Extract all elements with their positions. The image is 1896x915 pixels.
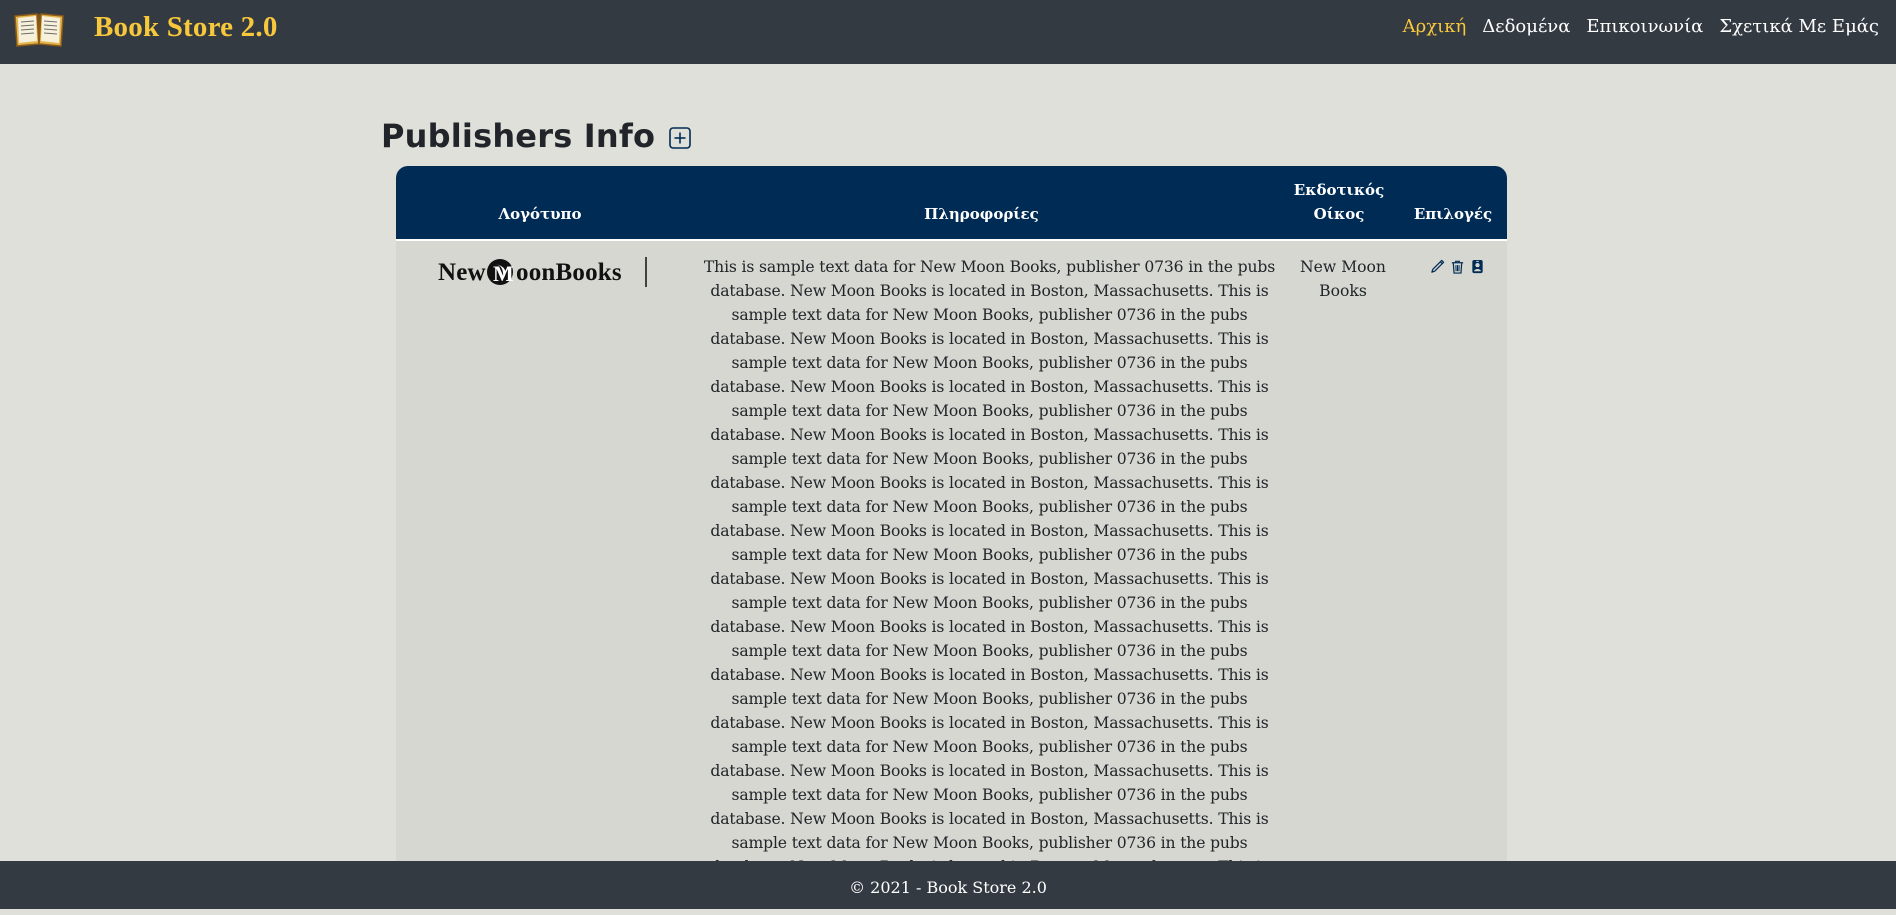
publisher-logo-lettering: New [438, 259, 486, 286]
navbar: Book Store 2.0 Αρχική Δεδομένα Επικοινων… [0, 0, 1896, 64]
nav-item-data[interactable]: Δεδομένα [1482, 16, 1570, 37]
main-nav: Αρχική Δεδομένα Επικοινωνία Σχετικά Με Ε… [1403, 16, 1879, 37]
svg-text:oonBooks: oonBooks [516, 259, 622, 286]
page-title: Publishers Info [381, 117, 655, 155]
column-header-logo: Λογότυπο [396, 202, 684, 226]
table-row: New M oonBooks This is sample text data … [396, 241, 1507, 866]
table-header: Λογότυπο Πληροφορίες Εκδοτικός Οίκος Επι… [396, 166, 1507, 241]
nav-item-contact[interactable]: Επικοινωνία [1586, 16, 1703, 37]
publishers-table: Λογότυπο Πληροφορίες Εκδοτικός Οίκος Επι… [396, 166, 1507, 866]
contact-card-icon[interactable] [1470, 258, 1485, 275]
open-book-icon[interactable] [13, 10, 65, 48]
publisher-logo: New M oonBooks [438, 255, 648, 289]
svg-text:M: M [493, 261, 514, 286]
pencil-icon[interactable] [1430, 258, 1445, 275]
nav-item-home[interactable]: Αρχική [1403, 16, 1467, 37]
column-header-options: Επιλογές [1399, 202, 1507, 226]
publisher-info-text: This is sample text data for New Moon Bo… [692, 255, 1287, 866]
trash-icon[interactable] [1450, 258, 1465, 275]
page-header: Publishers Info [381, 117, 691, 155]
footer-copyright: © 2021 - Book Store 2.0 [849, 878, 1047, 897]
nav-item-about[interactable]: Σχετικά Με Εμάς [1719, 16, 1879, 37]
column-header-info: Πληροφορίες [684, 202, 1279, 226]
column-header-publisher: Εκδοτικός Οίκος [1279, 178, 1399, 226]
plus-square-icon[interactable] [669, 127, 691, 149]
brand-title[interactable]: Book Store 2.0 [94, 11, 278, 44]
publisher-name: New Moon Books [1299, 255, 1387, 303]
footer: © 2021 - Book Store 2.0 [0, 861, 1896, 909]
row-actions [1430, 258, 1485, 275]
